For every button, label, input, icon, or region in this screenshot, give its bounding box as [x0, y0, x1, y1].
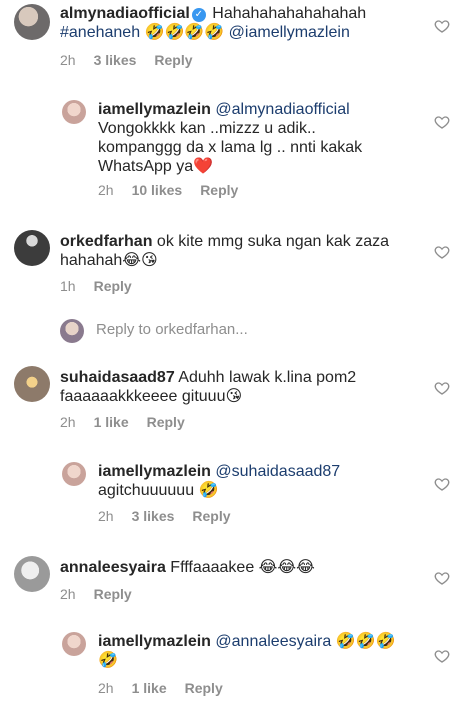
reply-button[interactable]: Reply	[185, 680, 223, 696]
comment-text: ok kite mmg suka ngan kak zaza	[152, 233, 390, 250]
heart-icon[interactable]	[434, 18, 450, 34]
likes-count[interactable]: 3 likes	[94, 52, 137, 68]
comment-body: orkedfarhan ok kite mmg suka ngan kak za…	[60, 232, 420, 270]
comment-body: almynadiaofficial ✓ Hahahahahahahahah #an…	[60, 4, 420, 42]
comment-time: 2h	[98, 680, 114, 696]
comment-time: 2h	[60, 414, 76, 430]
mention-link[interactable]: @almynadiaofficial	[215, 101, 349, 118]
comment-meta: 2h 10 likes Reply	[98, 182, 256, 198]
likes-count[interactable]: 10 likes	[132, 182, 183, 198]
reply-to-input[interactable]: Reply to orkedfarhan...	[60, 319, 420, 343]
reply-button[interactable]: Reply	[154, 52, 192, 68]
reply-button[interactable]: Reply	[94, 278, 132, 294]
comment-time: 1h	[60, 278, 76, 294]
reply-to-placeholder: Reply to orkedfarhan...	[96, 321, 248, 338]
comment-text: Hahahahahahahahah	[207, 5, 367, 22]
comment-username[interactable]: almynadiaofficial	[60, 5, 190, 22]
mention-link[interactable]: @annaleesyaira	[215, 633, 331, 650]
reply-button[interactable]: Reply	[200, 182, 238, 198]
comment-meta: 1h Reply	[60, 278, 150, 294]
avatar[interactable]	[14, 556, 50, 592]
avatar[interactable]	[62, 462, 86, 486]
comment-username[interactable]: annaleesyaira	[60, 559, 166, 576]
heart-icon[interactable]	[434, 380, 450, 396]
avatar[interactable]	[14, 366, 50, 402]
comment-body: annaleesyaira Ffffaaaakee 😂😂😂	[60, 558, 420, 577]
comment-meta: 2h 3 likes Reply	[60, 52, 211, 68]
hashtag-link[interactable]: #anehaneh 🤣🤣🤣🤣	[60, 24, 229, 41]
comment-body: iamellymazlein @suhaidasaad87 agitchuuuu…	[98, 462, 408, 500]
comment-username[interactable]: suhaidasaad87	[60, 369, 175, 386]
comment-username[interactable]: orkedfarhan	[60, 233, 152, 250]
comment-text-line: agitchuuuuuu 🤣	[98, 482, 219, 499]
mention-link[interactable]: @suhaidasaad87	[215, 463, 340, 480]
comment-meta: 2h 1 like Reply	[60, 414, 203, 430]
comment-username[interactable]: iamellymazlein	[98, 463, 211, 480]
current-user-avatar	[60, 319, 84, 343]
reply-button[interactable]: Reply	[147, 414, 185, 430]
comment-text: 🤣🤣🤣	[331, 633, 396, 650]
comment-body: suhaidasaad87 Aduhh lawak k.lina pom2 fa…	[60, 368, 420, 406]
comment-meta: 2h Reply	[60, 586, 150, 602]
comment-body: iamellymazlein @annaleesyaira 🤣🤣🤣 🤣	[98, 632, 408, 670]
comment-meta: 2h 1 like Reply	[98, 680, 241, 696]
comment-text-line: Vongokkkk kan ..mizzz u adik..	[98, 120, 316, 137]
comment-text: Aduhh lawak k.lina pom2	[174, 369, 357, 386]
avatar[interactable]	[62, 632, 86, 656]
comment-time: 2h	[60, 52, 76, 68]
comment-username[interactable]: iamellymazlein	[98, 633, 211, 650]
avatar[interactable]	[14, 230, 50, 266]
reply-button[interactable]: Reply	[192, 508, 230, 524]
comment-text-line: hahahah😂😘	[60, 252, 158, 269]
comment-body: iamellymazlein @almynadiaofficial Vongok…	[98, 100, 408, 176]
comment-text: Ffffaaaakee 😂😂😂	[165, 559, 315, 576]
avatar[interactable]	[14, 4, 50, 40]
heart-icon[interactable]	[434, 570, 450, 586]
mention-link[interactable]: @iamellymazlein	[229, 24, 350, 41]
comment-time: 2h	[98, 182, 114, 198]
comment-text-line: 🤣	[98, 652, 118, 669]
likes-count[interactable]: 3 likes	[132, 508, 175, 524]
comment-meta: 2h 3 likes Reply	[98, 508, 249, 524]
heart-icon[interactable]	[434, 648, 450, 664]
comment-time: 2h	[98, 508, 114, 524]
heart-icon[interactable]	[434, 114, 450, 130]
likes-count[interactable]: 1 like	[94, 414, 129, 430]
comment-text-line: WhatsApp ya❤️	[98, 158, 214, 175]
heart-icon[interactable]	[434, 476, 450, 492]
comment-time: 2h	[60, 586, 76, 602]
reply-button[interactable]: Reply	[94, 586, 132, 602]
comment-username[interactable]: iamellymazlein	[98, 101, 211, 118]
comment-text-line: faaaaaakkkeeee gituuu😘	[60, 388, 243, 405]
comment-text-line: kompanggg da x lama lg .. nnti kakak	[98, 139, 363, 156]
heart-icon[interactable]	[434, 244, 450, 260]
avatar[interactable]	[62, 100, 86, 124]
verified-badge-icon: ✓	[191, 8, 206, 22]
likes-count[interactable]: 1 like	[132, 680, 167, 696]
